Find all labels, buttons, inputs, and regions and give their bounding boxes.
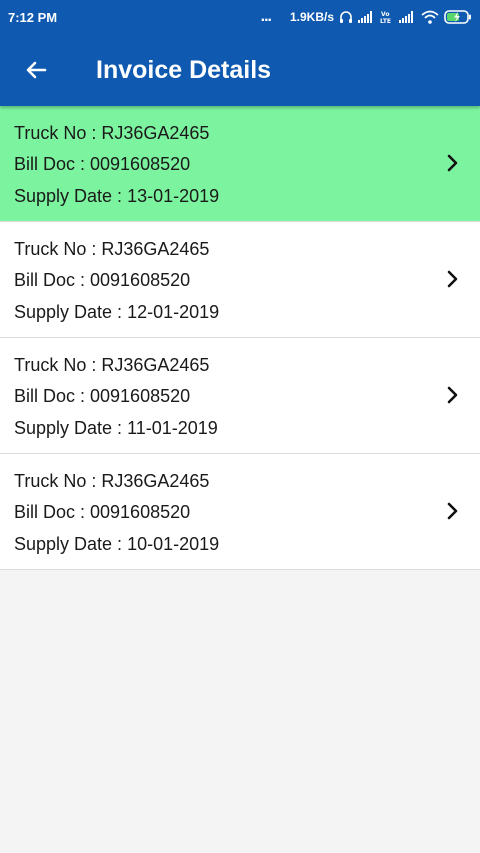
app-bar: Invoice Details bbox=[0, 34, 480, 106]
wifi-icon bbox=[421, 10, 439, 24]
bill-doc: Bill Doc : 0091608520 bbox=[14, 502, 191, 522]
signal-icon bbox=[358, 11, 375, 23]
status-bar: 7:12 PM ... 1.9KB/s Vo LTE bbox=[0, 0, 480, 34]
truck-number: Truck No : RJ36GA2465 bbox=[14, 355, 210, 375]
headphones-icon bbox=[339, 10, 353, 24]
chevron-right-icon bbox=[447, 154, 458, 172]
invoice-list: Truck No : RJ36GA2465 Bill Doc : 0091608… bbox=[0, 106, 480, 570]
bill-doc: Bill Doc : 0091608520 bbox=[14, 154, 191, 174]
truck-number: Truck No : RJ36GA2465 bbox=[14, 471, 210, 491]
supply-date: Supply Date : 10-01-2019 bbox=[14, 534, 220, 554]
svg-text:Vo: Vo bbox=[381, 11, 389, 18]
bill-doc: Bill Doc : 0091608520 bbox=[14, 270, 191, 290]
arrow-left-icon bbox=[26, 61, 47, 79]
battery-charging-icon bbox=[444, 10, 472, 24]
invoice-item[interactable]: Truck No : RJ36GA2465 Bill Doc : 0091608… bbox=[0, 454, 480, 570]
chevron-right-icon bbox=[447, 502, 458, 520]
chevron-right-icon bbox=[447, 386, 458, 404]
chevron-right-icon bbox=[447, 270, 458, 288]
bill-doc: Bill Doc : 0091608520 bbox=[14, 386, 191, 406]
network-speed: 1.9KB/s bbox=[289, 10, 334, 24]
truck-number: Truck No : RJ36GA2465 bbox=[14, 239, 210, 259]
svg-text:LTE: LTE bbox=[380, 18, 391, 24]
signal-icon bbox=[399, 11, 416, 23]
invoice-item[interactable]: Truck No : RJ36GA2465 Bill Doc : 0091608… bbox=[0, 106, 480, 222]
status-time: 7:12 PM bbox=[8, 9, 58, 25]
supply-date: Supply Date : 11-01-2019 bbox=[14, 418, 218, 438]
back-button[interactable] bbox=[14, 48, 58, 92]
more-indicator: ... bbox=[260, 8, 272, 25]
invoice-item[interactable]: Truck No : RJ36GA2465 Bill Doc : 0091608… bbox=[0, 338, 480, 454]
status-icons: ... 1.9KB/s Vo LTE bbox=[261, 8, 472, 26]
volte-icon: Vo LTE bbox=[380, 10, 394, 24]
invoice-item[interactable]: Truck No : RJ36GA2465 Bill Doc : 0091608… bbox=[0, 222, 480, 338]
page-title: Invoice Details bbox=[96, 56, 272, 84]
supply-date: Supply Date : 12-01-2019 bbox=[14, 302, 220, 322]
supply-date: Supply Date : 13-01-2019 bbox=[14, 186, 220, 206]
truck-number: Truck No : RJ36GA2465 bbox=[14, 123, 210, 143]
